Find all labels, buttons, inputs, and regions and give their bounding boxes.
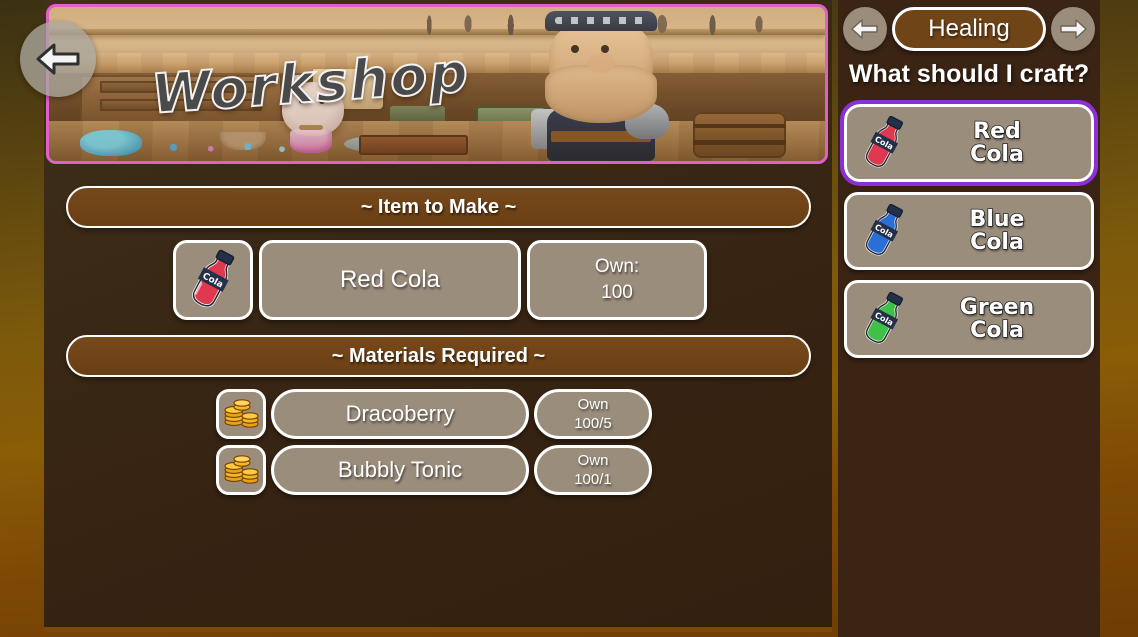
item-icon-box: Cola — [173, 240, 253, 320]
next-category-button[interactable] — [1051, 7, 1095, 51]
material-own-value: 100/5 — [574, 415, 612, 432]
back-button[interactable] — [20, 21, 96, 97]
material-own-label: Own — [577, 452, 609, 469]
recipe-label-line2: Cola — [969, 142, 1024, 167]
recipe-label: Green Cola — [915, 294, 1085, 343]
red-cola-bottle-icon: Cola — [192, 249, 235, 308]
item-to-make-row: Cola Red Cola Own: 100 — [173, 240, 707, 320]
blue-cola-bottle-icon: Cola — [865, 203, 904, 256]
materials-section-header: ~ Materials Required ~ — [66, 335, 811, 377]
red-cola-bottle-icon: Cola — [865, 115, 904, 168]
workshop-banner: Workshop — [46, 4, 828, 164]
material-icon-box — [216, 445, 266, 495]
material-own-plate: Own 100/1 — [534, 445, 652, 495]
recipe-thumb: Cola — [853, 288, 915, 350]
back-arrow-icon — [36, 43, 80, 75]
material-name-plate: Bubbly Tonic — [271, 445, 529, 495]
craft-prompt: What should I craft? — [848, 60, 1090, 88]
right-arrow-icon — [1060, 19, 1087, 39]
recipe-label-line2: Cola — [969, 318, 1024, 343]
category-name[interactable]: Healing — [892, 7, 1046, 51]
recipe-list: Cola Red Cola Cola Blue Cola Cola Green … — [840, 100, 1098, 358]
recipe-label-line1: Red — [972, 118, 1021, 144]
material-own-plate: Own 100/5 — [534, 389, 652, 439]
recipe-card-red-cola[interactable]: Cola Red Cola — [840, 100, 1098, 186]
item-own-label: Own: — [594, 256, 640, 277]
banner-light-overlay — [49, 7, 825, 161]
gold-coins-icon — [224, 455, 259, 484]
recipe-card-green-cola[interactable]: Cola Green Cola — [844, 280, 1094, 358]
left-arrow-icon — [851, 19, 878, 39]
workshop-screen: Workshop ~ Item to Make ~ Cola Red Cola — [0, 0, 1138, 637]
recipe-label: Blue Cola — [915, 206, 1085, 255]
material-icon-box — [216, 389, 266, 439]
item-name-plate: Red Cola — [259, 240, 521, 320]
recipe-card-blue-cola[interactable]: Cola Blue Cola — [844, 192, 1094, 270]
gold-coins-icon — [224, 399, 259, 428]
recipe-label-line2: Cola — [969, 230, 1024, 255]
workshop-scene-art — [49, 7, 825, 161]
recipe-thumb: Cola — [853, 112, 915, 174]
recipe-label-line1: Green — [959, 294, 1035, 320]
item-own-value: 100 — [601, 282, 633, 303]
material-name-plate: Dracoberry — [271, 389, 529, 439]
item-own-plate: Own: 100 — [527, 240, 707, 320]
material-row: Dracoberry Own 100/5 — [216, 389, 652, 439]
recipe-thumb: Cola — [853, 200, 915, 262]
previous-category-button[interactable] — [843, 7, 887, 51]
recipe-label-line1: Blue — [969, 206, 1026, 232]
recipe-label: Red Cola — [915, 118, 1085, 167]
category-navigation: Healing — [838, 6, 1100, 52]
green-cola-bottle-icon: Cola — [865, 291, 904, 344]
item-section-header: ~ Item to Make ~ — [66, 186, 811, 228]
material-row: Bubbly Tonic Own 100/1 — [216, 445, 652, 495]
materials-list: Dracoberry Own 100/5 Bubbly Tonic Own 10… — [216, 389, 652, 495]
material-own-label: Own — [577, 396, 609, 413]
material-own-value: 100/1 — [574, 471, 612, 488]
